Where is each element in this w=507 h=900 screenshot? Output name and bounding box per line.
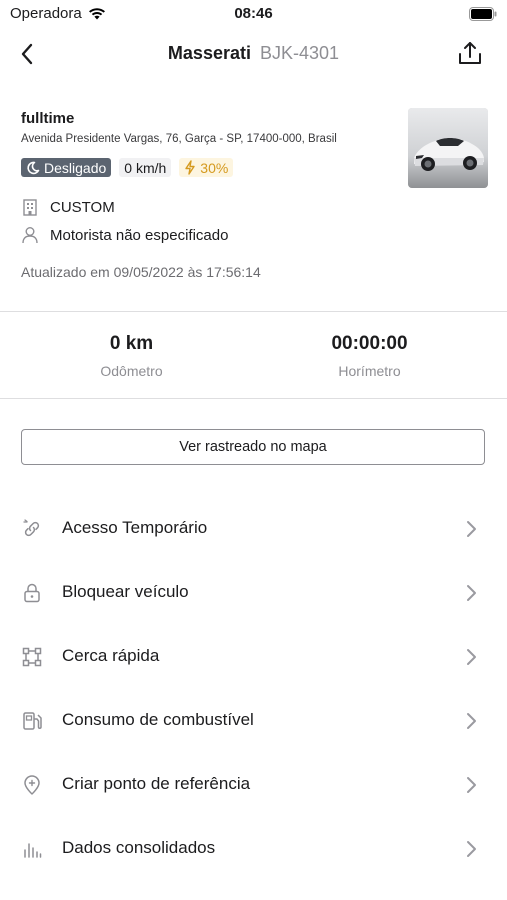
menu-item-label: Dados consolidados: [62, 838, 216, 857]
chevron-right-icon: [467, 713, 476, 729]
speed-value: 0 km/h: [124, 159, 167, 176]
menu-item-label: Consumo de combustível: [62, 710, 254, 729]
lightning-icon: [185, 160, 195, 175]
lock-icon: [20, 581, 44, 605]
moon-icon: [27, 161, 40, 174]
menu-item-label: Bloquear veículo: [62, 582, 189, 601]
ignition-status-badge: Desligado: [21, 158, 112, 177]
group-row: CUSTOM: [21, 198, 115, 216]
fuel-icon: [20, 709, 44, 733]
person-icon: [22, 227, 38, 244]
chevron-right-icon: [467, 585, 476, 601]
chevron-right-icon: [467, 841, 476, 857]
location-pin-icon: [20, 773, 44, 797]
battery-level: 30%: [200, 159, 229, 176]
hourmeter-label: Horímetro: [338, 363, 401, 379]
share-icon: [459, 42, 481, 64]
menu-item-label: Criar ponto de referência: [62, 774, 251, 793]
stats-section: 0 km Odômetro 00:00:00 Horímetro: [0, 313, 507, 398]
fence-icon: [20, 645, 44, 669]
vehicle-info-section: fulltime Avenida Presidente Vargas, 76, …: [0, 100, 507, 310]
menu-item-label: Cerca rápida: [62, 646, 160, 665]
menu-item-temporary-access[interactable]: Acesso Temporário: [0, 497, 507, 561]
driver-name: Motorista não especificado: [50, 226, 229, 244]
vehicle-plate: BJK-4301: [260, 43, 340, 63]
divider: [0, 398, 507, 399]
vehicle-photo[interactable]: [408, 108, 488, 188]
menu-item-lock-vehicle[interactable]: Bloquear veículo: [0, 561, 507, 625]
group-name: CUSTOM: [50, 198, 115, 216]
menu-item-create-reference-point[interactable]: Criar ponto de referência: [0, 753, 507, 817]
chevron-right-icon: [467, 649, 476, 665]
bar-chart-icon: [20, 837, 44, 861]
chevron-left-icon: [21, 43, 33, 65]
clock: 08:46: [234, 5, 273, 22]
link-icon: [20, 517, 44, 541]
status-bar: Operadora 08:46: [0, 0, 507, 30]
hourmeter: 00:00:00 Horímetro: [243, 313, 496, 379]
ignition-status-label: Desligado: [44, 159, 107, 176]
chevron-right-icon: [467, 777, 476, 793]
building-icon: [23, 199, 37, 216]
back-button[interactable]: [12, 39, 42, 69]
menu-item-quick-fence[interactable]: Cerca rápida: [0, 625, 507, 689]
share-button[interactable]: [455, 38, 485, 68]
vehicle-address: Avenida Presidente Vargas, 76, Garça - S…: [21, 133, 337, 145]
account-name: fulltime: [21, 110, 75, 127]
vehicle-model: Masserati: [167, 43, 251, 63]
chevron-right-icon: [467, 521, 476, 537]
menu-item-label: Acesso Temporário: [62, 518, 208, 537]
hourmeter-value: 00:00:00: [331, 333, 408, 354]
menu-item-fuel-consumption[interactable]: Consumo de combustível: [0, 689, 507, 753]
status-badges: Desligado 0 km/h 30%: [21, 158, 234, 177]
divider: [0, 311, 507, 312]
odometer-label: Odômetro: [100, 363, 163, 379]
last-updated: Atualizado em 09/05/2022 às 17:56:14: [21, 264, 261, 280]
speed-badge: 0 km/h: [119, 158, 172, 177]
battery-icon: [469, 7, 497, 26]
menu-item-consolidated-data[interactable]: Dados consolidados: [0, 817, 507, 881]
battery-badge: 30%: [179, 158, 234, 177]
odometer-value: 0 km: [109, 333, 154, 354]
odometer: 0 km Odômetro: [5, 313, 258, 379]
page-title: Masserati BJK-4301: [0, 43, 507, 64]
navigation-bar: Masserati BJK-4301: [0, 30, 507, 76]
driver-row: Motorista não especificado: [21, 226, 228, 244]
view-on-map-button[interactable]: Ver rastreado no mapa: [21, 429, 485, 465]
